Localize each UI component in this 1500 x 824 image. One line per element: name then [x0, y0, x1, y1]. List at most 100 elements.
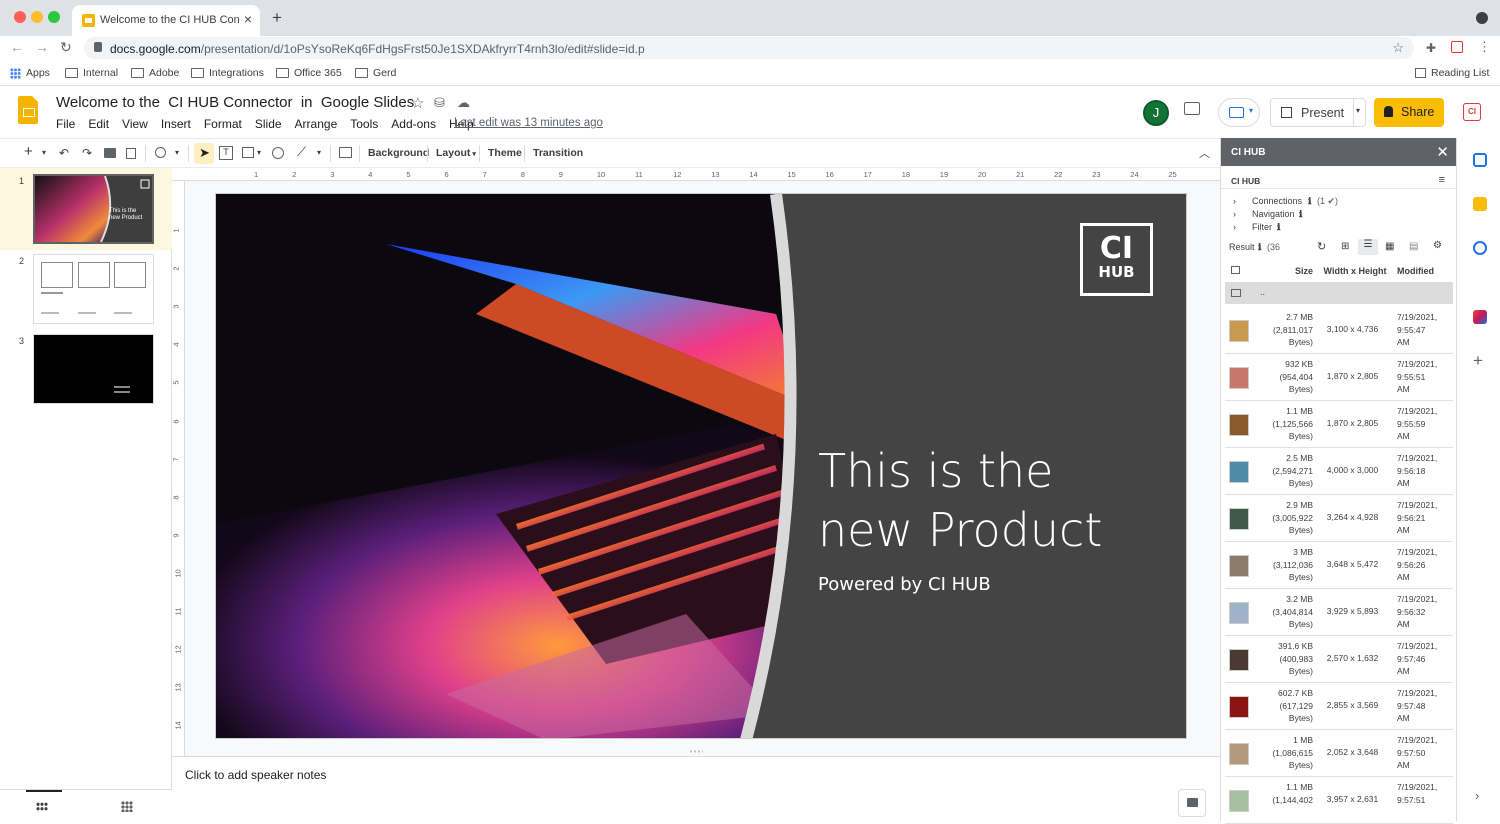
zoom-icon[interactable]: [155, 147, 166, 158]
ci-hub-logo[interactable]: CI HUB: [1080, 223, 1153, 296]
grid-view-icon[interactable]: [121, 801, 133, 812]
close-tab-icon[interactable]: ×: [244, 11, 252, 27]
add-icon[interactable]: ⊞: [1341, 241, 1349, 252]
file-row[interactable]: 602.7 KB (617,129 Bytes) 2,855 x 3,569 7/19/…: [1225, 683, 1453, 730]
list-view-icon[interactable]: ☰: [1358, 239, 1378, 255]
notes-resize-handle[interactable]: [689, 750, 703, 753]
horizontal-ruler[interactable]: 1 2 3 4 5 6 7 8 9 10 11 12 13 14 15 16 17 18 19 20 21 22 23 24 2…: [172, 168, 1220, 181]
file-row[interactable]: 2.5 MB (2,594,271 Bytes) 4,000 x 3,000 7/19/…: [1225, 448, 1453, 495]
menu-insert[interactable]: Insert: [161, 117, 191, 131]
slide-thumbnail-3[interactable]: [33, 334, 154, 404]
line-chevron-icon[interactable]: ▾: [317, 148, 321, 157]
close-window-button[interactable]: [14, 11, 26, 23]
reload-icon[interactable]: ↻: [60, 39, 72, 56]
keep-icon[interactable]: [1473, 197, 1487, 211]
collapse-toolbar-icon[interactable]: ︿: [1199, 145, 1210, 161]
file-row[interactable]: 2.9 MB (3,005,922 Bytes) 3,264 x 4,928 7/19/…: [1225, 495, 1453, 542]
transition-button[interactable]: Transition: [533, 147, 583, 159]
hamburger-menu-icon[interactable]: ≡: [1439, 174, 1445, 186]
file-row[interactable]: 1 MB (1,086,615 Bytes) 2,052 x 3,648 7/19/20…: [1225, 730, 1453, 777]
bookmark-office-365[interactable]: Office 365: [276, 67, 342, 79]
new-tab-icon[interactable]: +: [272, 8, 282, 28]
bookmark-apps[interactable]: Apps: [10, 67, 50, 79]
user-avatar[interactable]: J: [1143, 100, 1169, 126]
filmstrip-view-icon[interactable]: [36, 802, 48, 811]
text-box-icon[interactable]: T: [219, 146, 233, 160]
bookmark-internal[interactable]: Internal: [65, 67, 118, 79]
speaker-notes[interactable]: Click to add speaker notes: [172, 756, 1220, 821]
menu-edit[interactable]: Edit: [88, 117, 109, 131]
slide-canvas[interactable]: This is the new Product Powered by CI HU…: [215, 193, 1187, 739]
settings-gear-icon[interactable]: ⚙: [1433, 240, 1442, 251]
browser-tab[interactable]: Welcome to the CI HUB Conne ×: [72, 5, 260, 36]
comments-icon[interactable]: [1184, 102, 1200, 115]
info-icon[interactable]: ℹ: [1308, 196, 1311, 207]
menu-slide[interactable]: Slide: [255, 117, 282, 131]
info-icon[interactable]: ℹ: [1258, 242, 1261, 253]
reading-list[interactable]: Reading List: [1415, 67, 1489, 79]
shape-icon[interactable]: [272, 147, 284, 159]
share-button[interactable]: Share: [1374, 98, 1444, 127]
add-comment-icon[interactable]: [339, 147, 352, 158]
document-title[interactable]: Welcome to the CI HUB Connector in Googl…: [56, 94, 414, 111]
zoom-chevron-icon[interactable]: ▾: [175, 148, 179, 157]
theme-button[interactable]: Theme: [488, 147, 522, 159]
new-slide-icon[interactable]: +: [24, 143, 33, 160]
background-button[interactable]: Background: [368, 147, 429, 159]
tab-search-icon[interactable]: [1476, 12, 1488, 24]
layout-chevron-icon[interactable]: ▾: [42, 148, 46, 157]
print-icon[interactable]: [104, 148, 116, 158]
insert-image-icon[interactable]: [242, 147, 254, 158]
line-icon[interactable]: ⟋: [297, 144, 306, 160]
cihub-extension-icon[interactable]: [1451, 41, 1463, 53]
menu-tools[interactable]: Tools: [350, 117, 378, 131]
menu-format[interactable]: Format: [204, 117, 242, 131]
select-tool-button[interactable]: ➤: [194, 143, 214, 164]
layout-button[interactable]: Layout ▾: [436, 147, 476, 159]
explore-icon[interactable]: [1178, 789, 1206, 817]
menu-arrange[interactable]: Arrange: [295, 117, 338, 131]
add-addon-icon[interactable]: +: [1473, 351, 1483, 371]
paint-format-icon[interactable]: [126, 148, 136, 159]
speaker-notes-placeholder[interactable]: Click to add speaker notes: [185, 768, 326, 782]
close-panel-icon[interactable]: ✕: [1436, 143, 1449, 161]
image-chevron-icon[interactable]: ▾: [257, 148, 261, 157]
present-button[interactable]: Present ▾: [1270, 98, 1366, 127]
maximize-window-button[interactable]: [48, 11, 60, 23]
expand-panel-icon[interactable]: ›: [1475, 788, 1479, 803]
tasks-icon[interactable]: [1473, 241, 1487, 255]
file-row[interactable]: 1.1 MB (1,144,402 3,957 x 2,631 7/19/2021, 9…: [1225, 777, 1453, 824]
tree-navigation[interactable]: › Navigation ℹ: [1221, 209, 1457, 221]
info-icon[interactable]: ℹ: [1299, 209, 1302, 220]
tree-connections[interactable]: › Connections ℹ (1 ✔): [1221, 196, 1457, 208]
meet-present-button[interactable]: ▾: [1218, 98, 1260, 127]
slide-subtitle[interactable]: Powered by CI HUB: [818, 574, 991, 595]
folder-up-row[interactable]: ..: [1225, 282, 1453, 304]
menu-add-ons[interactable]: Add-ons: [391, 117, 436, 131]
menu-file[interactable]: File: [56, 117, 75, 131]
column-size[interactable]: Size: [1265, 266, 1313, 276]
extensions-icon[interactable]: ✚: [1426, 41, 1436, 55]
tree-filter[interactable]: › Filter ℹ: [1221, 222, 1457, 234]
last-edit-link[interactable]: Last edit was 13 minutes ago: [454, 117, 603, 129]
forward-icon[interactable]: →: [35, 39, 49, 55]
redo-icon[interactable]: ↷: [82, 146, 92, 160]
file-row[interactable]: 1.1 MB (1,125,566 Bytes) 1,870 x 2,805 7/19/…: [1225, 401, 1453, 448]
vertical-ruler[interactable]: 1 2 3 4 5 6 7 8 9 10 11 12 13 14: [172, 181, 185, 756]
menu-view[interactable]: View: [122, 117, 148, 131]
cihub-addon-icon[interactable]: CI: [1463, 103, 1481, 121]
column-modified[interactable]: Modified: [1397, 266, 1434, 276]
calendar-icon[interactable]: [1473, 153, 1487, 167]
bookmark-star-icon[interactable]: ☆: [1392, 40, 1404, 56]
move-to-drive-icon[interactable]: ⛁: [434, 95, 445, 111]
cihub-app-icon[interactable]: [1473, 310, 1487, 324]
undo-icon[interactable]: ↶: [59, 146, 69, 160]
file-row[interactable]: 3 MB (3,112,036 Bytes) 3,648 x 5,472 7/19/20…: [1225, 542, 1453, 589]
present-options-chevron-icon[interactable]: ▾: [1356, 106, 1360, 115]
file-row[interactable]: 2.7 MB (2,811,017 Bytes) 3,100 x 4,736 7/19/…: [1225, 307, 1453, 354]
slide-thumbnail-2[interactable]: [33, 254, 154, 324]
column-dimensions[interactable]: Width x Height: [1320, 266, 1390, 276]
bookmark-integrations[interactable]: Integrations: [191, 67, 264, 79]
url-input[interactable]: docs.google.com/presentation/d/1oPsYsoRe…: [84, 37, 1414, 59]
refresh-icon[interactable]: ↻: [1317, 240, 1326, 253]
